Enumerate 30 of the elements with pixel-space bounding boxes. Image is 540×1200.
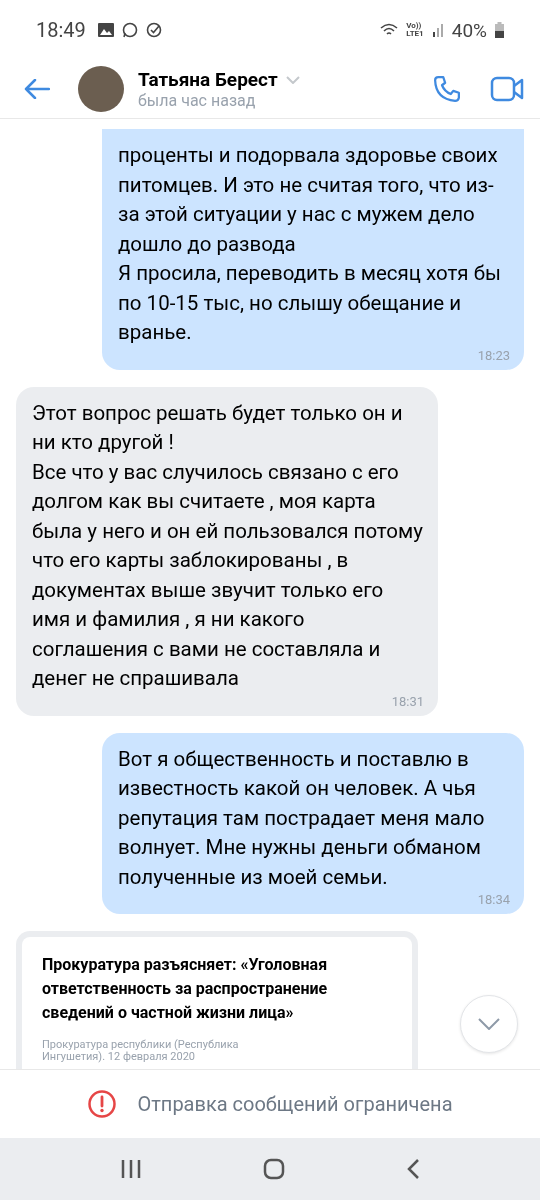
message-text: Этот вопрос решать будет только он и ни кто другой ! Все что у вас случилось связано с его долгом как вы считаете , моя карта была у него и он ей пользовался потому что его карты заблокированы , в документах выше звучит только его имя и фамилия , я ни какого соглашения с вами не составляла и денег не спрашивала	[32, 399, 424, 692]
warning-icon	[87, 1089, 118, 1119]
network-label: Vo)) LTE1	[406, 22, 424, 38]
avatar[interactable]	[78, 66, 124, 112]
image-icon	[97, 23, 114, 37]
signal-icon	[431, 23, 444, 37]
back-arrow-icon[interactable]	[24, 79, 50, 99]
phone-icon[interactable]	[432, 74, 462, 104]
check-circle-icon	[145, 22, 162, 38]
message-time: 18:23	[477, 347, 510, 364]
link-source: Прокуратура республики (Республика Ингушетия). 12 февраля 2020	[42, 1039, 240, 1063]
recent-apps-icon[interactable]	[120, 1159, 143, 1179]
back-icon[interactable]	[405, 1158, 420, 1180]
video-camera-icon[interactable]	[490, 75, 524, 103]
restriction-notice: Отправка сообщений ограничена	[137, 1092, 453, 1116]
chat-bubble-icon	[121, 22, 138, 38]
message-time: 18:34	[477, 892, 510, 908]
last-seen: была час назад	[138, 91, 257, 110]
home-icon[interactable]	[263, 1158, 285, 1180]
link-title: Прокуратура разъясняет: «Уголовная ответственность за распространение сведений о частной жизни лица»	[42, 954, 329, 1024]
message-time: 18:31	[391, 693, 424, 710]
contact-name[interactable]: Татьяна Берест	[138, 68, 278, 91]
battery-icon	[495, 22, 504, 38]
battery-percent: 40%	[451, 18, 487, 42]
message-text: проценты и подорвала здоровье своих питомцев. И это не считая того, что из-за этой ситуации у нас с мужем дело дошло до развода Я просила, переводить в месяц хотя бы по 10-15 тыс, но слышу обещание и вранье.	[118, 142, 502, 346]
link-preview-card[interactable]: Прокуратура разъясняет: «Уголовная ответственность за распространение сведений о частной жизни лица» Прокуратура республики (Республика Ингушетия). 12 февраля 2020	[16, 931, 418, 1069]
message-text: Вот я общественность и поставлю в известность какой он человек. А чья репутация там пострадает меня мало волнует. Мне нужны деньги обманом полученные из моей семьи.	[118, 745, 486, 891]
status-time: 18:49	[36, 18, 86, 42]
chevron-down-icon	[478, 1018, 500, 1030]
wifi-icon	[380, 23, 399, 37]
